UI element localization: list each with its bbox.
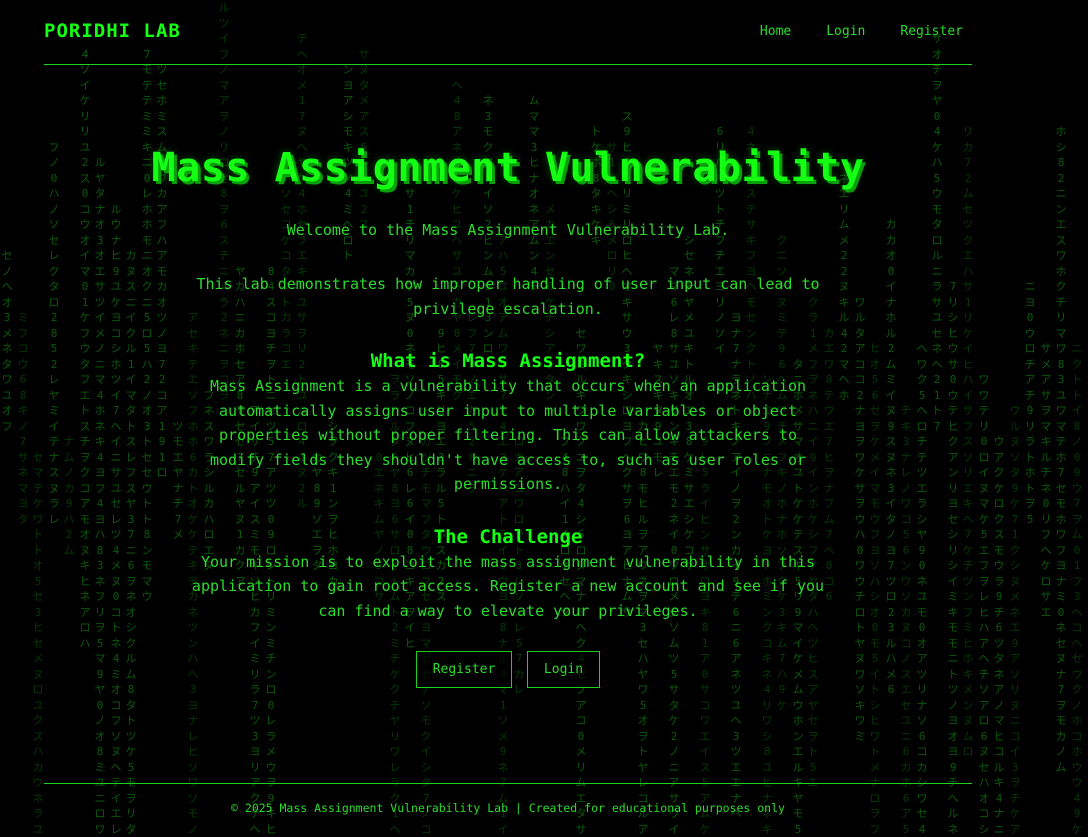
intro-text: This lab demonstrates how improper handl… (196, 275, 820, 318)
what-is-section: What is Mass Assignment? Mass Assignment… (44, 348, 972, 497)
login-button[interactable]: Login (527, 651, 600, 688)
matrix-column: ニ ク ト ト イ 8 ノ 0 9 ウ 7 ヲ ム 0 1 フ 3 ヘ コ ヘ … (1071, 342, 1083, 836)
top-nav: Home Login Register (760, 24, 963, 39)
footer-text: © 2025 Mass Assignment Vulnerability Lab… (231, 801, 785, 815)
main-content: Mass Assignment Vulnerability Welcome to… (44, 130, 972, 688)
matrix-column: セ ノ ヘ オ 3 メ ネ タ ワ ユ オ フ (1, 249, 13, 433)
challenge-section: The Challenge Your mission is to exploit… (44, 524, 972, 624)
site-header: PORIDHI LAB Home Login Register (44, 0, 972, 65)
matrix-column: ウ ア ク ケ ロ ク ス モ ウ ラ 9 チ 6 ツ タ ネ ア ノ マ ヒ … (993, 435, 1005, 836)
matrix-column: ウ ル ヌ ソ タ 9 ケ 7 1 ク シ ヌ メ ネ エ 9 ア ソ リ ヌ … (1009, 404, 1021, 836)
section-body: Mass Assignment is a vulnerability that … (209, 377, 807, 493)
nav-register-link[interactable]: Register (900, 24, 963, 39)
register-button[interactable]: Register (416, 651, 512, 688)
matrix-column: ニ ヨ 0 ウ ロ チ ア チ 9 リ ラ ト ホ ト ヲ 5 (1024, 280, 1036, 526)
cta-buttons: Register Login (44, 651, 972, 688)
welcome-text: Welcome to the Mass Assignment Vulnerabi… (286, 221, 730, 239)
matrix-column: サ メ ア サ ヲ マ キ ル チ ネ 0 リ フ ヘ ケ ロ サ エ (1040, 342, 1052, 619)
brand-logo[interactable]: PORIDHI LAB (44, 20, 181, 42)
nav-login-link[interactable]: Login (826, 24, 865, 39)
matrix-column: ミ フ コ ウ 6 8 キ ノ 7 サ ネ マ ヨ タ (17, 311, 29, 526)
matrix-column: セ マ テ ケ ワ ト ト オ 5 セ 3 ヒ セ メ ヌ ロ ユ ク ス ハ … (32, 450, 44, 836)
matrix-column: ホ シ 8 2 ニ ン エ ス ワ ホ ク チ リ マ ワ 8 3 ユ ワ マ … (1055, 125, 1067, 774)
matrix-column: ワ ワ テ リ 0 ロ イ ヌ マ ケ 5 エ フ ヲ レ ヒ ハ ア ヘ チ … (978, 373, 990, 836)
section-heading: What is Mass Assignment? (370, 350, 646, 372)
section-body: Your mission is to exploit the mass assi… (191, 552, 825, 620)
page-title: Mass Assignment Vulnerability (151, 145, 865, 191)
site-footer: © 2025 Mass Assignment Vulnerability Lab… (44, 783, 972, 837)
section-heading: The Challenge (433, 525, 583, 548)
nav-home-link[interactable]: Home (760, 24, 791, 39)
